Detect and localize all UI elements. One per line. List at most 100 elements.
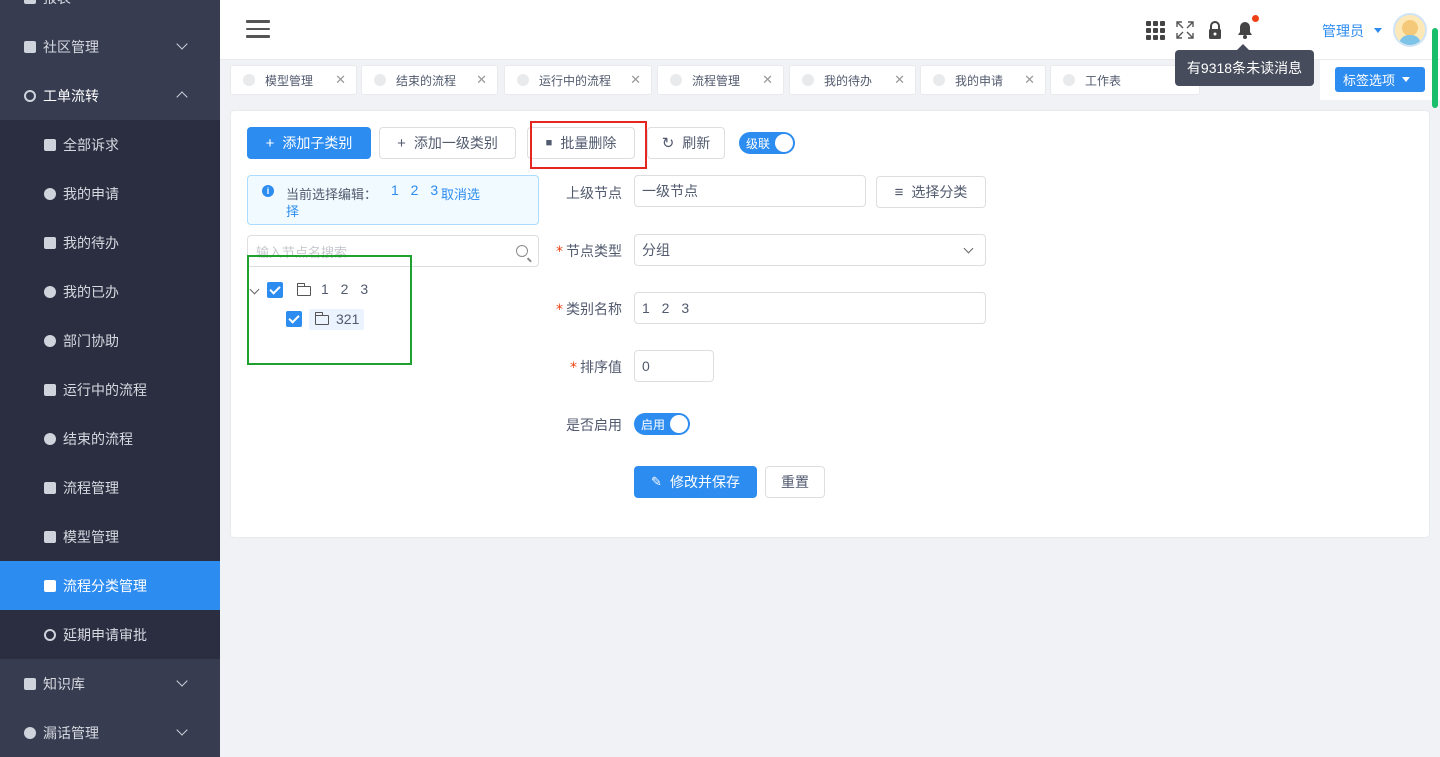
parent-node-input[interactable]: 一级节点 — [634, 175, 866, 207]
notification-dot — [1252, 15, 1259, 22]
cancel-selection-link-cont[interactable]: 择 — [286, 201, 299, 220]
close-icon[interactable]: ✕ — [894, 72, 905, 88]
sidebar-item-label: 全部诉求 — [63, 136, 119, 153]
close-icon[interactable]: ✕ — [1024, 72, 1035, 88]
refresh-button[interactable]: ↻ 刷新 — [647, 127, 725, 159]
sidebar-item-finished-processes[interactable]: 结束的流程 — [0, 414, 220, 463]
chevron-down-icon — [176, 675, 188, 687]
document-icon — [44, 579, 56, 592]
sidebar-item-label: 模型管理 — [63, 528, 119, 545]
close-icon[interactable]: ✕ — [630, 72, 641, 88]
sort-value-input[interactable]: 0 — [634, 350, 714, 382]
fullscreen-icon[interactable] — [1175, 20, 1195, 40]
lock-icon[interactable] — [1205, 20, 1225, 40]
tag-finished-processes[interactable]: 结束的流程 ✕ — [361, 65, 498, 95]
menu-toggle-icon[interactable] — [246, 20, 270, 38]
sidebar: 报表 社区管理 工单流转 全部诉求 我的申请 我的待办 我的已办 部门协助 运行… — [0, 0, 220, 757]
sidebar-item-label: 流程分类管理 — [63, 577, 147, 594]
switch-knob — [775, 134, 793, 152]
tag-dot-icon — [374, 74, 386, 86]
sidebar-item-label: 工单流转 — [43, 87, 99, 104]
category-name-input[interactable]: 1 2 3 — [634, 292, 986, 324]
sidebar-item-label: 我的申请 — [63, 185, 119, 202]
folder-icon — [44, 138, 56, 151]
finish-icon — [44, 432, 56, 445]
caret-down-icon — [1402, 77, 1411, 82]
scrollbar[interactable] — [1432, 28, 1438, 108]
tag-dot-icon — [933, 74, 945, 86]
done-icon — [44, 285, 56, 298]
tag-dot-icon — [670, 74, 682, 86]
sidebar-item-workflow[interactable]: 工单流转 — [0, 71, 220, 120]
search-icon[interactable] — [516, 245, 528, 257]
add-child-category-button[interactable]: + 添加子类别 — [247, 127, 371, 159]
user-icon — [44, 187, 56, 200]
user-name[interactable]: 管理员 — [1322, 21, 1364, 41]
apps-grid-icon[interactable] — [1146, 20, 1166, 40]
sort-value-label: * 排序值 — [570, 359, 622, 376]
tag-my-applications[interactable]: 我的申请 ✕ — [920, 65, 1046, 95]
sidebar-item-running-processes[interactable]: 运行中的流程 — [0, 365, 220, 414]
sidebar-item-label: 延期申请审批 — [63, 626, 147, 643]
sidebar-item-label: 报表 — [43, 0, 71, 8]
close-icon[interactable]: ✕ — [762, 72, 773, 88]
sidebar-item-process-management[interactable]: 流程管理 — [0, 463, 220, 512]
sidebar-item-label: 流程管理 — [63, 479, 119, 496]
sidebar-item-all-requests[interactable]: 全部诉求 — [0, 120, 220, 169]
close-icon[interactable]: ✕ — [476, 72, 487, 88]
tag-model-management[interactable]: 模型管理 ✕ — [230, 65, 357, 95]
tag-dot-icon — [802, 74, 814, 86]
close-icon[interactable]: ✕ — [335, 72, 346, 88]
node-type-select[interactable]: 分组 — [634, 234, 986, 266]
sidebar-item-my-todo[interactable]: 我的待办 — [0, 218, 220, 267]
plus-icon: + — [265, 134, 275, 152]
choose-category-button[interactable]: ≡ 选择分类 — [876, 176, 986, 208]
document-icon — [44, 530, 56, 543]
phone-icon — [24, 726, 36, 739]
sidebar-item-my-applications[interactable]: 我的申请 — [0, 169, 220, 218]
tag-process-management[interactable]: 流程管理 ✕ — [657, 65, 784, 95]
sidebar-item-label: 社区管理 — [43, 38, 99, 55]
sidebar-item-community[interactable]: 社区管理 — [0, 22, 220, 71]
add-top-category-button[interactable]: + 添加一级类别 — [379, 127, 516, 159]
sidebar-item-label: 我的待办 — [63, 234, 119, 251]
notification-tooltip: 有9318条未读消息 — [1175, 44, 1314, 86]
cascade-switch[interactable]: 级联 — [739, 132, 795, 154]
chevron-down-icon — [963, 243, 974, 254]
bell-icon[interactable] — [1235, 20, 1255, 40]
avatar[interactable] — [1393, 13, 1427, 47]
sidebar-item-knowledge-base[interactable]: 知识库 — [0, 659, 220, 708]
tag-options-button[interactable]: 标签选项 — [1335, 67, 1425, 92]
cancel-selection-link[interactable]: 取消选 — [441, 184, 480, 203]
sidebar-item-process-category[interactable]: 流程分类管理 — [0, 561, 220, 610]
highlight-box-red — [530, 121, 647, 169]
list-icon: ≡ — [894, 183, 904, 201]
tag-dot-icon — [517, 74, 529, 86]
home-icon — [24, 40, 36, 53]
sidebar-item-label: 结束的流程 — [63, 430, 133, 447]
sidebar-item-dept-assist[interactable]: 部门协助 — [0, 316, 220, 365]
info-icon: i — [262, 185, 274, 197]
sidebar-item-reports[interactable]: 报表 — [0, 0, 220, 22]
plus-icon: + — [397, 134, 406, 152]
sidebar-item-label: 我的已办 — [63, 283, 119, 300]
category-name-label: * 类别名称 — [556, 301, 622, 318]
save-button[interactable]: ✎ 修改并保存 — [634, 466, 757, 498]
tag-my-todo[interactable]: 我的待办 ✕ — [789, 65, 916, 95]
chevron-up-icon — [176, 91, 188, 103]
sidebar-item-extension-approval[interactable]: 延期申请审批 — [0, 610, 220, 659]
sidebar-item-missed-calls[interactable]: 漏话管理 — [0, 708, 220, 757]
switch-knob — [670, 415, 688, 433]
caret-down-icon[interactable] — [1374, 28, 1382, 33]
node-type-label: * 节点类型 — [556, 243, 622, 260]
chevron-down-icon — [176, 724, 188, 736]
enabled-switch[interactable]: 启用 — [634, 413, 690, 435]
sidebar-item-my-done[interactable]: 我的已办 — [0, 267, 220, 316]
selected-node-name: 1 2 3 — [391, 182, 443, 198]
tag-running-processes[interactable]: 运行中的流程 ✕ — [504, 65, 652, 95]
sidebar-item-model-management[interactable]: 模型管理 — [0, 512, 220, 561]
sidebar-item-label: 运行中的流程 — [63, 381, 147, 398]
document-icon — [44, 383, 56, 396]
sidebar-item-label: 部门协助 — [63, 332, 119, 349]
reset-button[interactable]: 重置 — [765, 466, 825, 498]
